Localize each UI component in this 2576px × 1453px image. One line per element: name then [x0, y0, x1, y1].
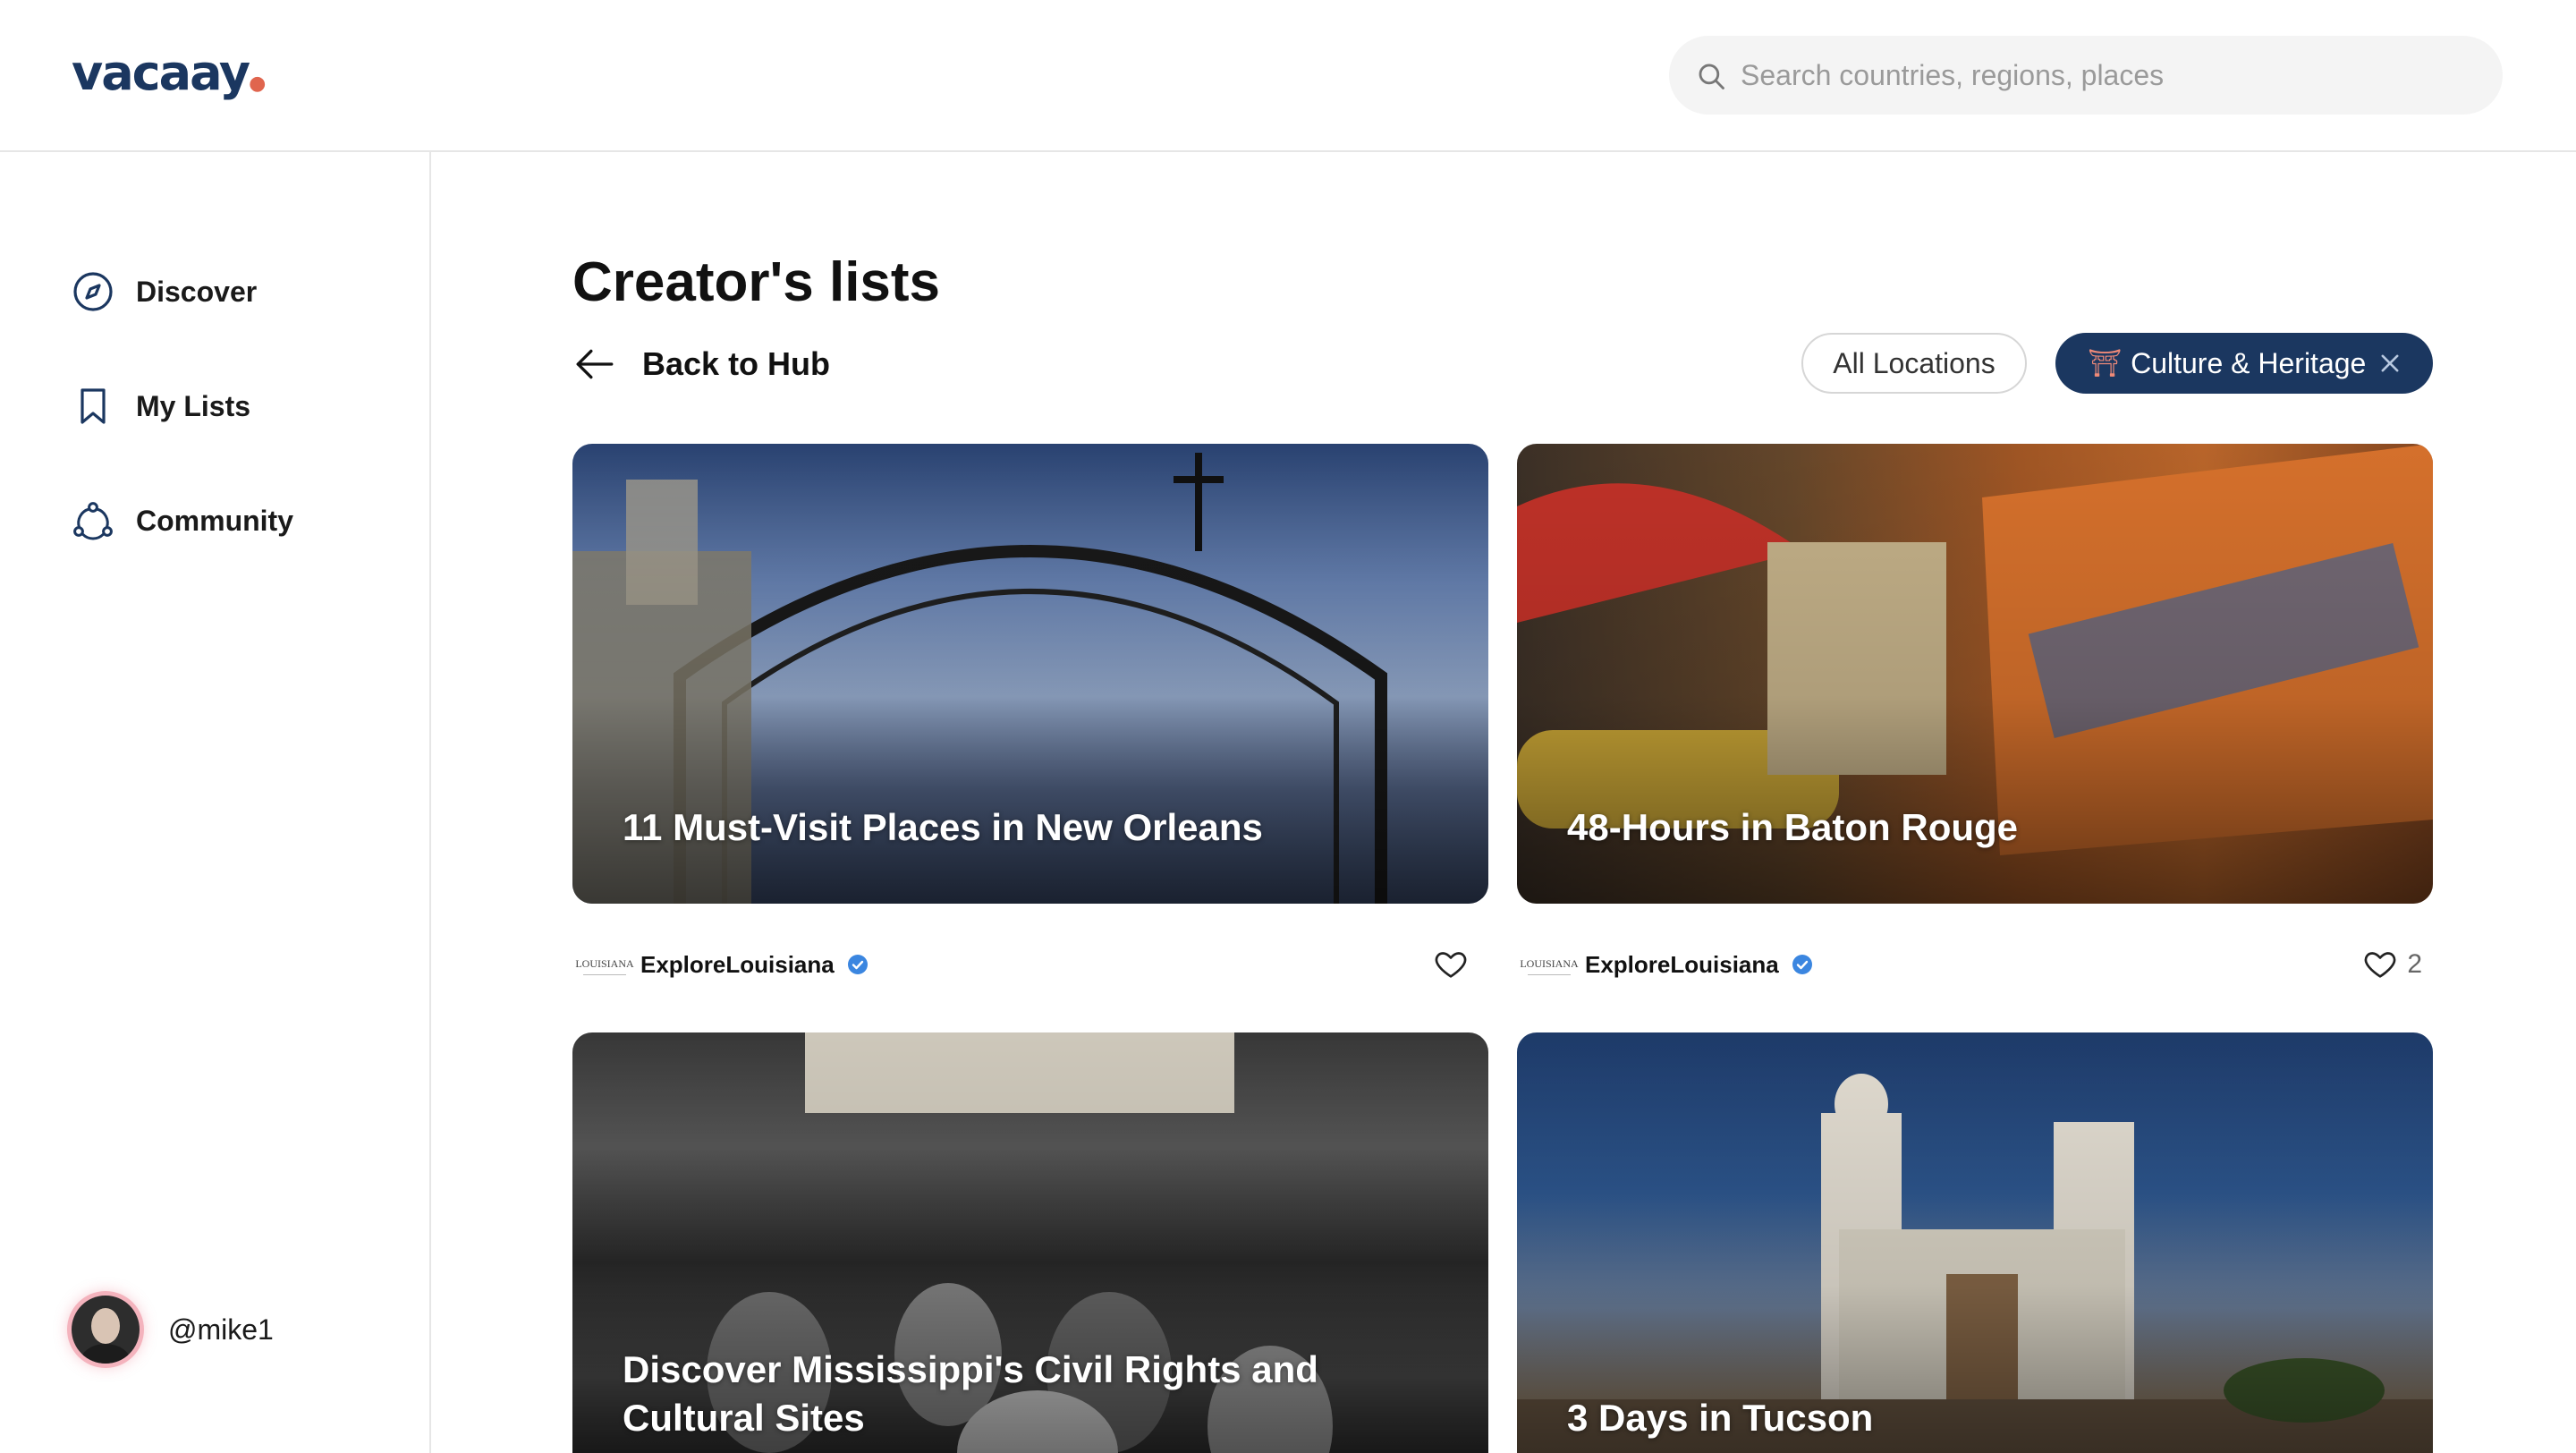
sidebar-item-my-lists[interactable]: My Lists [72, 379, 250, 433]
verified-badge-icon [847, 955, 868, 974]
back-to-hub-link[interactable]: Back to Hub [572, 342, 830, 387]
bookmark-icon [80, 388, 106, 424]
filter-label: All Locations [1833, 346, 1996, 379]
card-image[interactable]: 3 Days in Tucson [1517, 1032, 2433, 1453]
card-meta: LOUISIANA ExploreLouisiana 2 [1520, 941, 2422, 988]
publisher-name[interactable]: ExploreLouisiana [640, 951, 835, 979]
filter-all-locations[interactable]: All Locations [1801, 333, 2027, 394]
torii-gate-icon: ⛩ [2088, 348, 2123, 378]
sidebar-item-label: My Lists [136, 389, 251, 422]
user-handle: @mike1 [168, 1313, 274, 1346]
user-profile[interactable]: @mike1 [72, 1296, 274, 1364]
top-header: vacaay● [0, 0, 2576, 152]
like-button[interactable] [1433, 947, 1478, 982]
search-input[interactable] [1741, 36, 2474, 115]
main-content: Creator's lists Back to Hub All Location… [433, 154, 2576, 1453]
search-icon [1699, 64, 1724, 89]
card-image[interactable]: 48-Hours in Baton Rouge [1517, 444, 2433, 904]
compass-icon [73, 272, 113, 311]
like-count: 2 [2407, 949, 2422, 979]
sidebar-item-discover[interactable]: Discover [72, 265, 257, 319]
sidebar: Discover My Lists Community @mike1 [0, 152, 431, 1453]
heart-icon [2364, 952, 2396, 978]
back-label: Back to Hub [642, 345, 831, 382]
publisher-logo: LOUISIANA [575, 954, 634, 975]
sidebar-item-label: Community [136, 504, 293, 537]
page-title: Creator's lists [572, 251, 941, 313]
search-bar[interactable] [1669, 36, 2503, 115]
card-image[interactable]: Discover Mississippi's Civil Rights and … [572, 1032, 1488, 1453]
card-image[interactable]: 11 Must-Visit Places in New Orleans [572, 444, 1488, 904]
community-icon [73, 502, 113, 540]
vacaay-logo[interactable]: vacaay● [72, 45, 266, 101]
publisher-name[interactable]: ExploreLouisiana [1585, 951, 1779, 979]
publisher-logo: LOUISIANA [1520, 954, 1579, 975]
like-button[interactable]: 2 [2362, 947, 2422, 982]
heart-icon [1435, 952, 1467, 978]
close-icon[interactable] [2377, 351, 2402, 376]
filter-label: Culture & Heritage [2131, 346, 2367, 379]
card-title: 11 Must-Visit Places in New Orleans [623, 806, 1263, 848]
avatar[interactable] [72, 1296, 140, 1364]
card-title: 3 Days in Tucson [1567, 1397, 1874, 1439]
sidebar-item-label: Discover [136, 275, 258, 308]
sidebar-item-community[interactable]: Community [72, 494, 293, 548]
card-meta: LOUISIANA ExploreLouisiana [575, 941, 1478, 988]
arrow-left-icon [576, 349, 614, 379]
verified-badge-icon [1792, 955, 1812, 974]
card-title: 48-Hours in Baton Rouge [1567, 806, 2019, 848]
card-title: Discover Mississippi's Civil Rights and … [623, 1348, 1318, 1439]
filter-culture-heritage[interactable]: ⛩ Culture & Heritage [2055, 333, 2433, 394]
